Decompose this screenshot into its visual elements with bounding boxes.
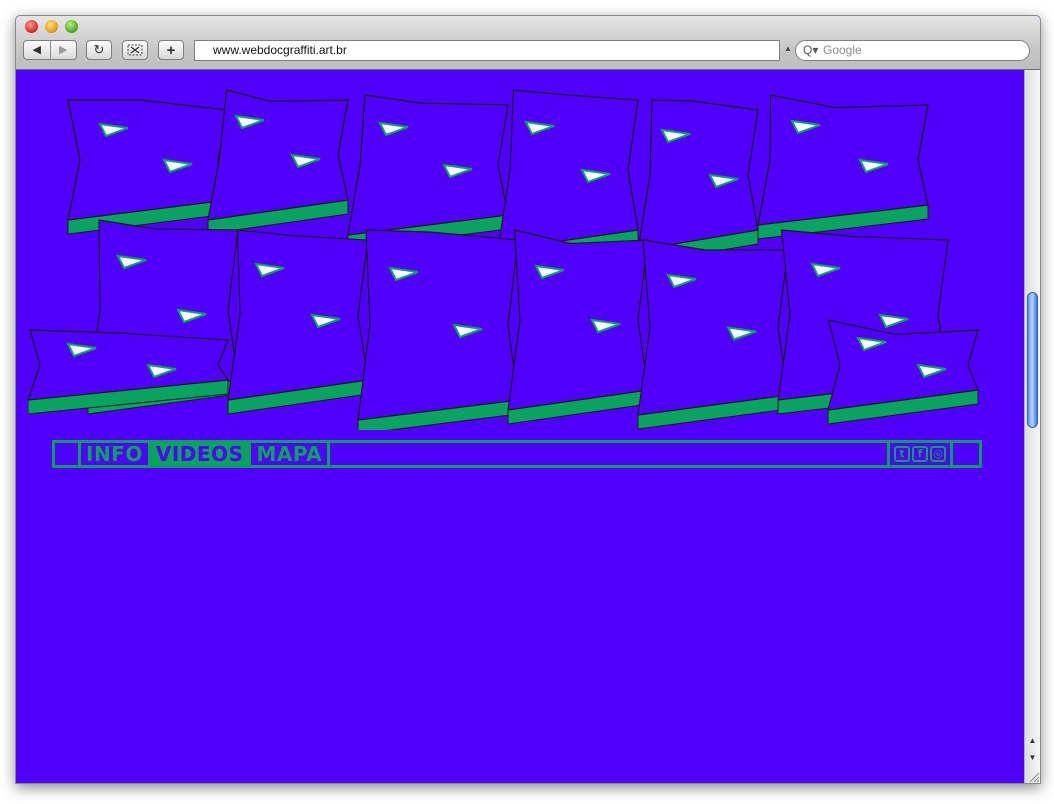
graffiti-letter (67, 99, 229, 235)
twitter-icon[interactable]: t (894, 446, 910, 462)
search-field[interactable]: Q▾ Google (795, 40, 1030, 61)
scrollbar-thumb[interactable] (1027, 292, 1038, 428)
graffiti-letter (227, 229, 369, 415)
forward-button[interactable]: ▶ (49, 41, 77, 59)
nav-empty-space (330, 443, 890, 465)
graffiti-letter (357, 229, 519, 430)
graffiti-letter (28, 329, 230, 415)
address-bar[interactable]: www.webdocgraffiti.art.br (194, 40, 780, 61)
graffiti-letter (347, 94, 509, 250)
address-dropdown-icon[interactable]: ▲ (784, 44, 792, 53)
facebook-icon[interactable]: f (912, 446, 928, 462)
search-icon[interactable]: Q▾ (803, 41, 818, 60)
graffiti-letter (827, 319, 979, 425)
add-bookmark-button[interactable]: + (158, 40, 184, 60)
scissors-icon (127, 44, 143, 56)
search-placeholder: Google (823, 43, 862, 57)
browser-window: ◀ ▶ ↻ + www.webdocgraffiti.art.br ▲ Q▾ G… (15, 15, 1041, 784)
site-nav-bar: INFO VIDEOS MAPA t f ◎ (52, 440, 982, 468)
snippet-button[interactable] (122, 40, 148, 60)
instagram-icon[interactable]: ◎ (930, 446, 946, 462)
social-links: t f ◎ (890, 443, 953, 465)
minimize-window-button[interactable] (45, 20, 58, 33)
back-button[interactable]: ◀ (24, 41, 50, 59)
graffiti-letter (207, 89, 349, 235)
back-forward-buttons: ◀ ▶ (23, 40, 77, 60)
zoom-window-button[interactable] (65, 20, 78, 33)
resize-grip-icon[interactable] (1026, 769, 1040, 783)
close-window-button[interactable] (25, 20, 38, 33)
reload-button[interactable]: ↻ (86, 40, 112, 60)
page-viewport: INFO VIDEOS MAPA t f ◎ (16, 70, 1024, 783)
scroll-up-icon[interactable]: ▲ (1025, 736, 1040, 745)
nav-item-info[interactable]: INFO (81, 443, 151, 465)
vertical-scrollbar[interactable]: ▲ ▼ (1024, 70, 1040, 783)
scroll-down-icon[interactable]: ▼ (1025, 753, 1040, 762)
graffiti-letter (637, 99, 759, 265)
graffiti-letter (637, 239, 789, 430)
graffiti-logo[interactable] (28, 80, 983, 430)
nav-item-mapa[interactable]: MAPA (251, 443, 331, 465)
graffiti-letter (757, 94, 929, 240)
nav-spacer-left (55, 443, 81, 465)
nav-spacer-right (953, 443, 979, 465)
graffiti-letter (507, 229, 649, 425)
nav-item-videos[interactable]: VIDEOS (150, 443, 252, 465)
browser-toolbar: ◀ ▶ ↻ + www.webdocgraffiti.art.br ▲ Q▾ G… (16, 16, 1040, 70)
